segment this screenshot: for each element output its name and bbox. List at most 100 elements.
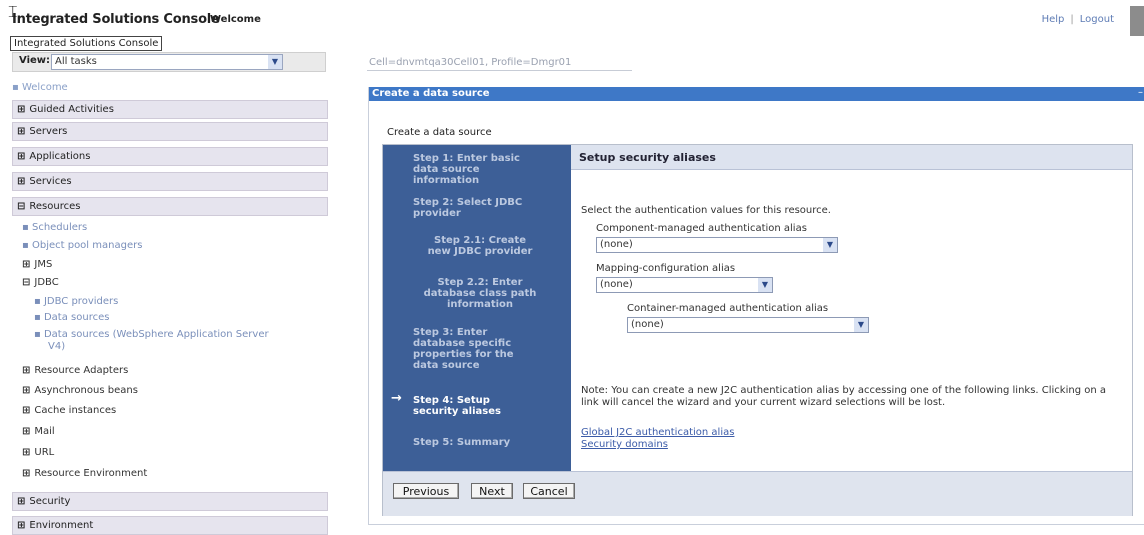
nav-welcome-label: Welcome [21,82,68,93]
nav-item-label: JDBC providers [43,296,119,307]
nav-item-jdbc-providers[interactable]: ▪ JDBC providers [34,296,118,308]
current-step-arrow-icon: → [391,391,402,406]
view-select-value: All tasks [55,56,97,67]
button-bar: Previous Next Cancel [383,471,1132,516]
nav-item-label: Data sources (WebSphere Application Serv… [43,329,269,340]
nav-item-label: Resource Environment [34,468,148,479]
nav-welcome-link[interactable]: ▪ Welcome [12,82,68,93]
bullet-icon: ▪ [34,296,41,307]
bullet-icon: ▪ [34,329,41,340]
nav-item-label: Asynchronous beans [34,385,138,396]
view-label: View: [19,55,51,66]
nav-item-label: Cache instances [34,405,117,416]
wizard-steps: Step 1: Enter basic data source informatio… [383,145,571,471]
nav-section-resources[interactable]: ⊟ Resources [12,197,328,216]
cancel-button[interactable]: Cancel [523,483,575,499]
component-alias-select[interactable]: (none) ▼ [596,237,838,253]
nav-section-label: Services [29,176,72,187]
nav-item-jdbc[interactable]: ⊟ JDBC [22,277,59,288]
nav-item-label: Mail [34,426,55,437]
nav-section-security[interactable]: ⊞ Security [12,492,328,511]
mouse-cursor-icon: ⌶ [8,2,18,21]
select-value: (none) [600,279,633,290]
global-j2c-auth-alias-link[interactable]: Global J2C authentication alias [581,427,734,438]
chevron-down-icon: ▼ [758,278,772,292]
expand-icon: ⊞ [17,104,26,115]
nav-section-label: Servers [29,126,68,137]
divider [367,70,632,71]
bullet-icon: ▪ [34,312,41,323]
nav-section-servers[interactable]: ⊞ Servers [12,122,328,141]
nav-item-mail[interactable]: ⊞ Mail [22,426,55,437]
nav-item-label: JDBC [34,277,59,288]
nav-section-label: Applications [29,151,91,162]
expand-icon: ⊞ [22,259,31,270]
create-data-source-panel: Create a data source – Create a data sou… [368,87,1144,525]
mapping-alias-label: Mapping-configuration alias [596,263,736,274]
nav-item-jms[interactable]: ⊞ JMS [22,259,52,270]
collapse-icon: ⊟ [17,201,26,212]
nav-item-resource-environment[interactable]: ⊞ Resource Environment [22,468,147,479]
nav-section-services[interactable]: ⊞ Services [12,172,328,191]
expand-icon: ⊞ [17,520,26,531]
nav-section-label: Resources [29,201,81,212]
minimize-icon[interactable]: – [1138,87,1143,98]
note-text: Note: You can create a new J2C authentic… [581,385,1106,408]
logout-link[interactable]: Logout [1080,14,1114,25]
content-header: Setup security aliases [571,145,1132,170]
nav-section-guided-activities[interactable]: ⊞ Guided Activities [12,100,328,119]
chevron-down-icon: ▼ [854,318,868,332]
nav-item-label: Data sources [43,312,110,323]
chevron-down-icon: ▼ [268,55,282,69]
view-selector-row: View: All tasks ▼ [12,52,326,72]
navigation-tree: View: All tasks ▼ ▪ Welcome ⊞ Guided Acti… [12,52,328,535]
app-title-tooltip: Integrated Solutions Console [10,36,163,51]
mapping-alias-select[interactable]: (none) ▼ [596,277,773,293]
component-alias-label: Component-managed authentication alias [596,223,807,234]
content-title: Setup security aliases [579,151,716,164]
nav-item-asynchronous-beans[interactable]: ⊞ Asynchronous beans [22,385,138,396]
wizard: Step 1: Enter basic data source informatio… [382,144,1133,516]
expand-icon: ⊞ [22,365,31,376]
nav-item-data-sources-was-v4[interactable]: ▪ Data sources (WebSphere Application Se… [34,329,324,353]
bullet-icon: ▪ [22,240,29,251]
previous-button[interactable]: Previous [393,483,459,499]
bullet-icon: ▪ [12,82,19,93]
expand-icon: ⊞ [22,426,31,437]
nav-section-applications[interactable]: ⊞ Applications [12,147,328,166]
collapse-icon: ⊟ [22,277,31,288]
nav-section-environment[interactable]: ⊞ Environment [12,516,328,535]
nav-item-schedulers[interactable]: ▪ Schedulers [22,222,87,234]
nav-item-object-pool-managers[interactable]: ▪ Object pool managers [22,240,142,252]
nav-item-label: Object pool managers [31,240,143,251]
view-select[interactable]: All tasks ▼ [51,54,283,70]
nav-section-label: Security [29,496,71,507]
nav-section-label: Guided Activities [29,104,114,115]
nav-item-label: JMS [34,259,53,270]
banner-corner-graphic [1130,6,1144,36]
nav-item-resource-adapters[interactable]: ⊞ Resource Adapters [22,365,128,376]
panel-header: Create a data source – [369,87,1144,101]
wizard-content: Setup security aliases Select the authen… [571,145,1132,471]
expand-icon: ⊞ [22,447,31,458]
top-link-separator: | [1070,14,1074,25]
nav-section-label: Environment [29,520,94,531]
security-domains-link[interactable]: Security domains [581,439,668,450]
app-title: Integrated Solutions Console [12,12,220,27]
nav-item-label: Resource Adapters [34,365,129,376]
nav-item-cache-instances[interactable]: ⊞ Cache instances [22,405,116,416]
select-value: (none) [600,239,633,250]
container-alias-select[interactable]: (none) ▼ [627,317,869,333]
expand-icon: ⊞ [22,385,31,396]
expand-icon: ⊞ [17,151,26,162]
cell-profile-info: Cell=dnvmtqa30Cell01, Profile=Dmgr01 [369,57,572,68]
expand-icon: ⊞ [17,126,26,137]
chevron-down-icon: ▼ [823,238,837,252]
expand-icon: ⊞ [17,176,26,187]
help-link[interactable]: Help [1042,14,1065,25]
expand-icon: ⊞ [22,405,31,416]
next-button[interactable]: Next [471,483,513,499]
nav-item-data-sources[interactable]: ▪ Data sources [34,312,109,324]
nav-item-url[interactable]: ⊞ URL [22,447,54,458]
intro-text: Select the authentication values for thi… [581,205,831,216]
